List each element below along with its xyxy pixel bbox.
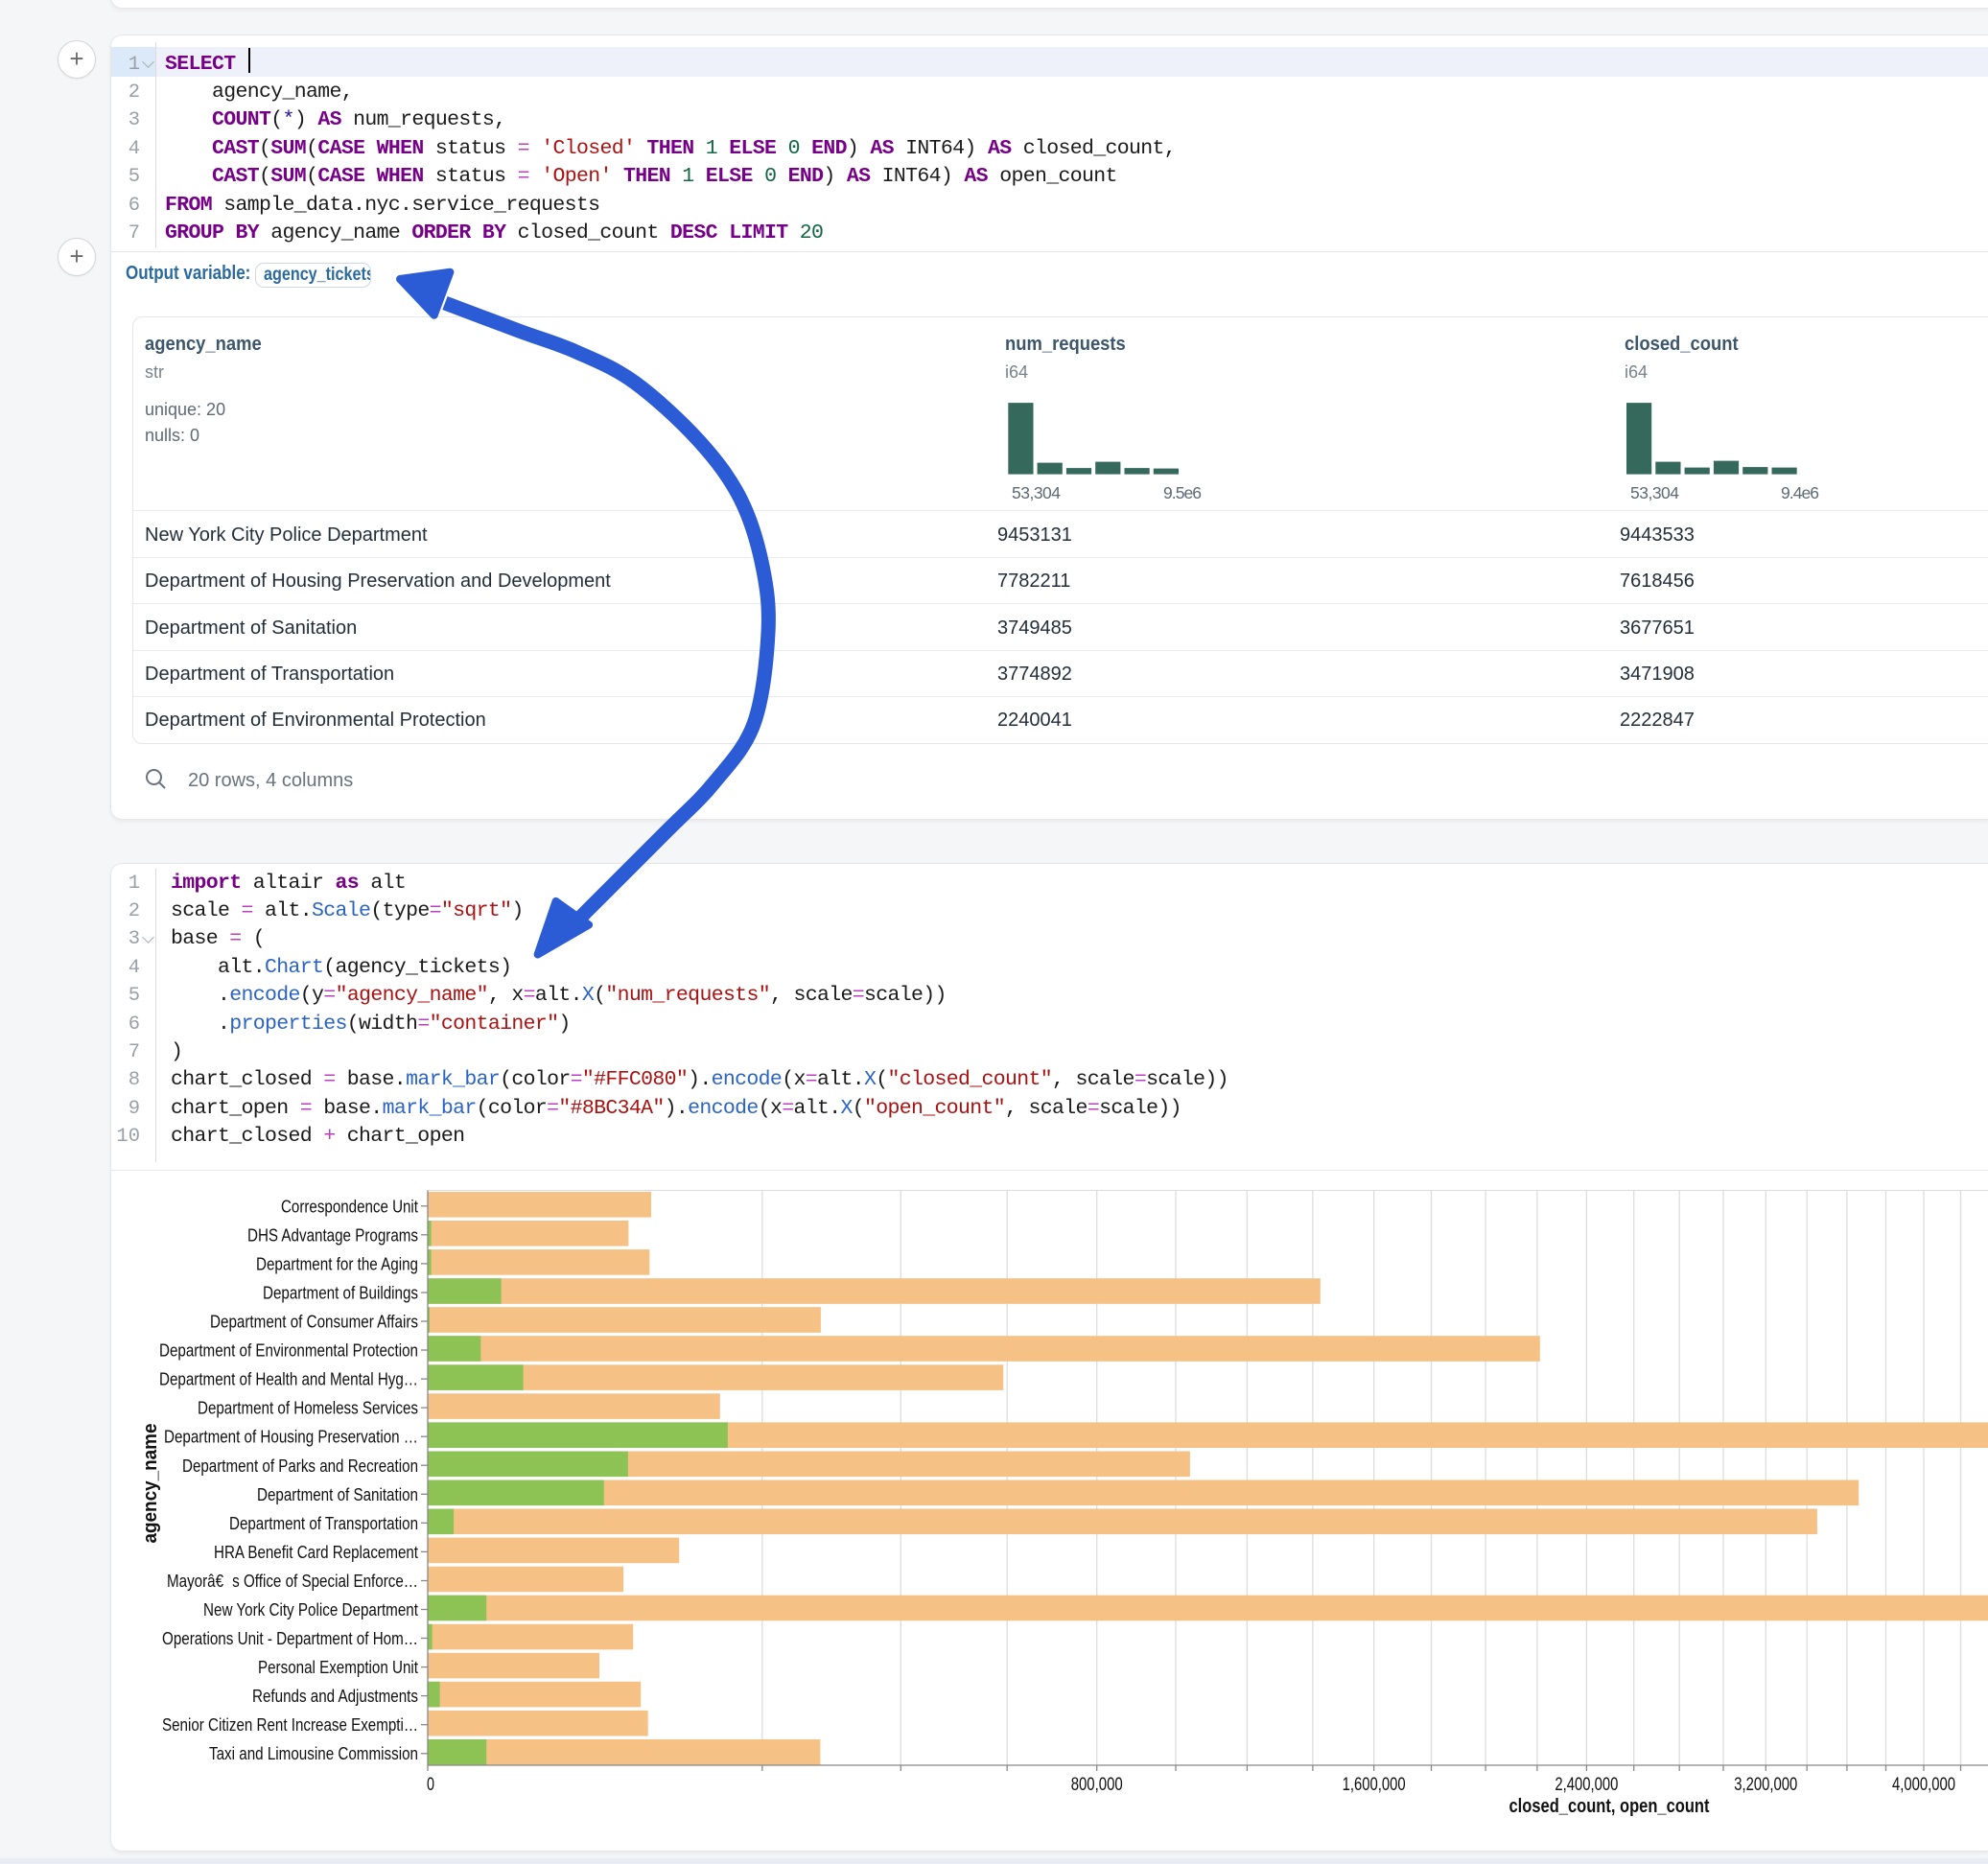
svg-text:Department of Transportation: Department of Transportation [229, 1514, 418, 1533]
svg-text:Correspondence Unit: Correspondence Unit [281, 1197, 418, 1216]
svg-text:1,600,000: 1,600,000 [1343, 1775, 1406, 1795]
svg-text:Department of Parks and Recrea: Department of Parks and Recreation [182, 1456, 418, 1476]
svg-text:DHS Advantage Programs: DHS Advantage Programs [247, 1225, 418, 1245]
svg-text:0: 0 [427, 1775, 434, 1795]
svg-text:Senior Citizen Rent Increase E: Senior Citizen Rent Increase Exempti… [162, 1715, 418, 1735]
svg-text:Taxi and Limousine Commission: Taxi and Limousine Commission [209, 1744, 418, 1763]
svg-text:agency_name: agency_name [140, 1424, 161, 1544]
svg-text:Department of Health and Menta: Department of Health and Mental Hyg… [159, 1370, 418, 1389]
svg-text:Department of Homeless Service: Department of Homeless Services [198, 1399, 418, 1418]
svg-text:53,304: 53,304 [1012, 483, 1061, 502]
svg-text:Operations Unit - Department o: Operations Unit - Department of Hom… [162, 1629, 418, 1648]
svg-text:Department of Consumer Affairs: Department of Consumer Affairs [210, 1313, 418, 1332]
svg-text:Personal Exemption Unit: Personal Exemption Unit [258, 1658, 418, 1677]
svg-text:Department of Housing Preserva: Department of Housing Preservation … [164, 1428, 418, 1447]
svg-text:2,400,000: 2,400,000 [1555, 1775, 1618, 1795]
svg-text:4,000,000: 4,000,000 [1892, 1775, 1955, 1795]
svg-text:Department of Buildings: Department of Buildings [263, 1284, 418, 1303]
svg-text:Mayorâ€ s Office of Special: Mayorâ€ s Office of Special Enforce… [167, 1572, 418, 1591]
svg-text:800,000: 800,000 [1071, 1775, 1123, 1795]
svg-text:closed_count, open_count: closed_count, open_count [1509, 1796, 1710, 1817]
svg-text:Department of Environmental Pr: Department of Environmental Protection [159, 1341, 418, 1361]
svg-text:9.5e6: 9.5e6 [1163, 483, 1202, 502]
svg-text:3,200,000: 3,200,000 [1734, 1775, 1797, 1795]
svg-text:New York City Police Departmen: New York City Police Department [203, 1600, 418, 1619]
svg-text:9.4e6: 9.4e6 [1781, 483, 1819, 502]
svg-text:Department for the Aging: Department for the Aging [256, 1254, 418, 1273]
svg-text:HRA Benefit Card Replacement: HRA Benefit Card Replacement [214, 1543, 418, 1562]
svg-text:53,304: 53,304 [1630, 483, 1679, 502]
svg-text:Refunds and Adjustments: Refunds and Adjustments [252, 1687, 418, 1706]
svg-text:Department of Sanitation: Department of Sanitation [257, 1485, 418, 1504]
